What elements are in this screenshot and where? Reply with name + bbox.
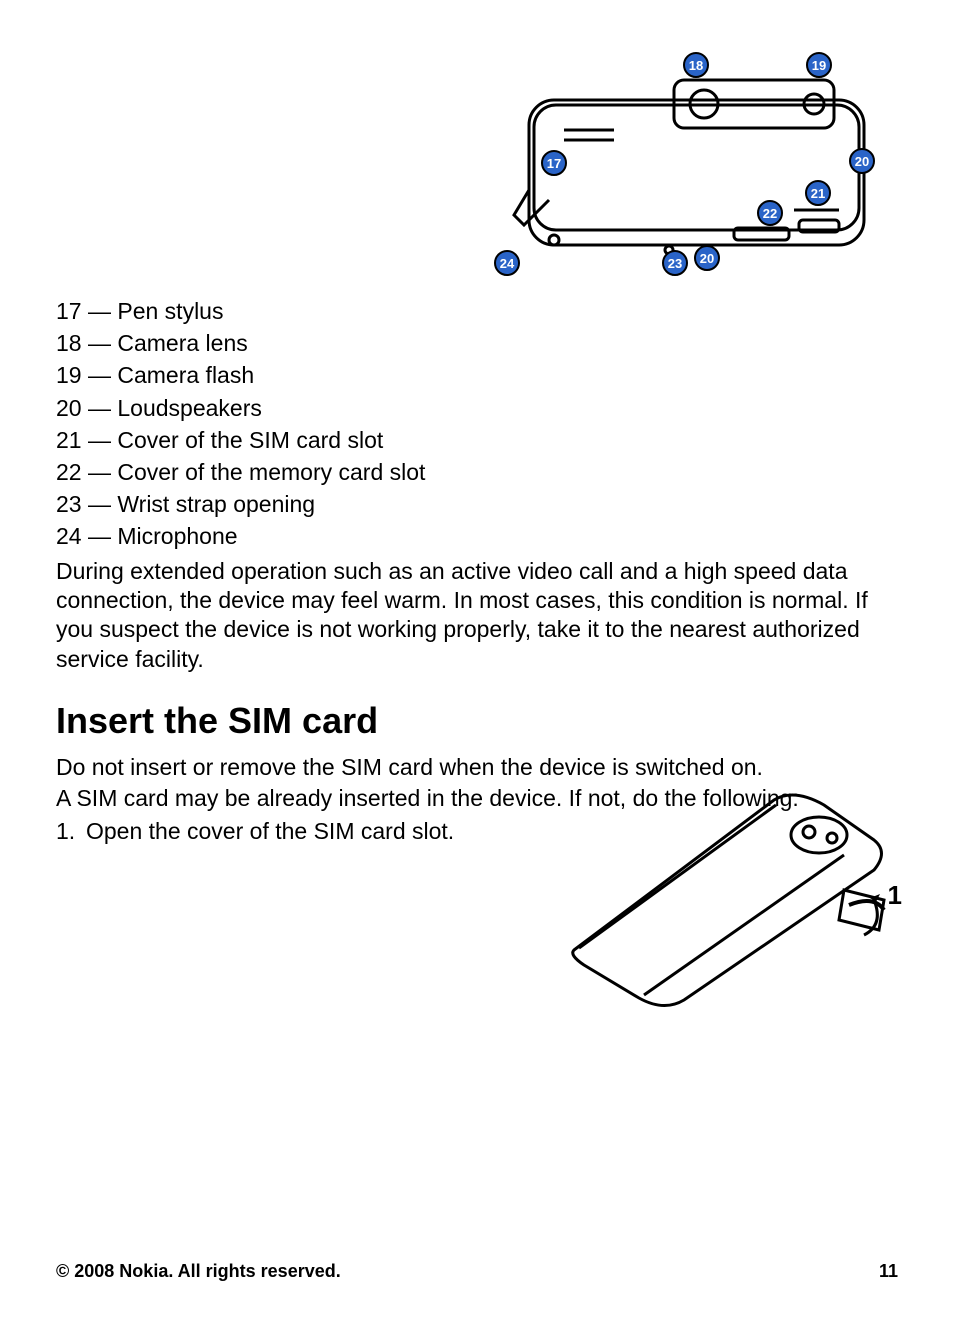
callout-22: 22 [757, 200, 783, 226]
parts-legend: 17 — Pen stylus 18 — Camera lens 19 — Ca… [56, 295, 898, 553]
step-text: Open the cover of the SIM card slot. [86, 818, 454, 845]
step-number: 1. [56, 818, 86, 845]
callout-20b: 20 [694, 245, 720, 271]
callout-19: 19 [806, 52, 832, 78]
legend-item: 23 — Wrist strap opening [56, 488, 898, 520]
callout-21: 21 [805, 180, 831, 206]
warm-device-note: During extended operation such as an act… [56, 557, 898, 675]
sim-warning-text: Do not insert or remove the SIM card whe… [56, 752, 898, 783]
callout-18: 18 [683, 52, 709, 78]
copyright-text: © 2008 Nokia. All rights reserved. [56, 1261, 341, 1282]
device-back-figure: 17 18 19 20 21 22 20 23 24 [494, 40, 894, 285]
sim-open-figure: 1 [544, 780, 894, 1010]
callout-20a: 20 [849, 148, 875, 174]
legend-item: 21 — Cover of the SIM card slot [56, 424, 898, 456]
legend-item: 24 — Microphone [56, 520, 898, 552]
sim-figure-label-1: 1 [888, 880, 902, 911]
legend-item: 22 — Cover of the memory card slot [56, 456, 898, 488]
legend-item: 17 — Pen stylus [56, 295, 898, 327]
callout-23: 23 [662, 250, 688, 276]
legend-item: 20 — Loudspeakers [56, 392, 898, 424]
phone-sim-illustration [544, 780, 894, 1010]
page-number: 11 [879, 1261, 898, 1282]
insert-sim-heading: Insert the SIM card [56, 700, 898, 742]
page-footer: © 2008 Nokia. All rights reserved. 11 [56, 1261, 898, 1282]
callout-17: 17 [541, 150, 567, 176]
legend-item: 18 — Camera lens [56, 327, 898, 359]
callout-24: 24 [494, 250, 520, 276]
legend-item: 19 — Camera flash [56, 359, 898, 391]
